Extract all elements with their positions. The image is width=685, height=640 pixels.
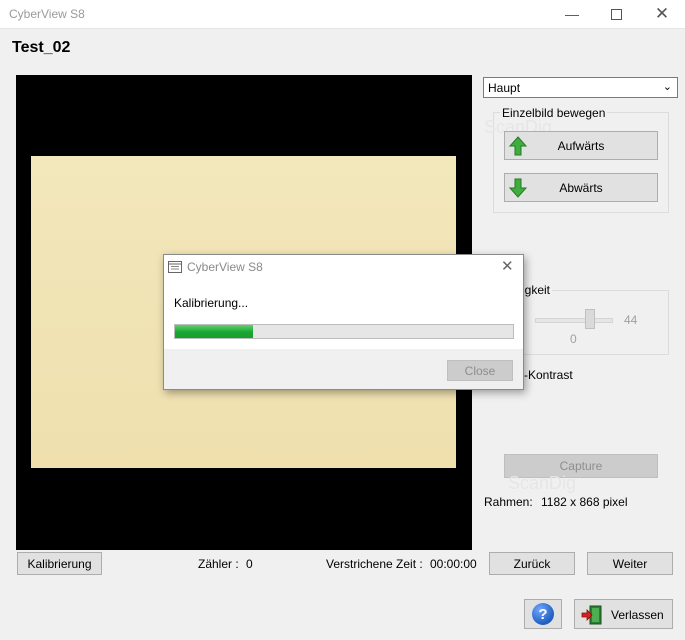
- counter-label: Zähler :: [198, 557, 239, 571]
- elapsed-value: 00:00:00: [430, 557, 477, 571]
- maximize-button[interactable]: [593, 0, 639, 28]
- brightness-label: igkeit: [520, 283, 553, 297]
- maximize-icon: [610, 8, 622, 20]
- brightness-value: 44: [624, 313, 638, 327]
- mode-select[interactable]: Haupt ⌄: [483, 77, 678, 98]
- move-down-button[interactable]: Abwärts: [504, 173, 658, 202]
- window-title: CyberView S8: [9, 7, 85, 21]
- dialog-message: Kalibrierung...: [174, 296, 249, 310]
- exit-door-icon: [581, 605, 602, 625]
- mode-select-value: Haupt: [488, 81, 521, 95]
- calibration-progress-bar: [174, 324, 514, 339]
- progress-fill: [175, 325, 253, 338]
- dialog-title-bar: CyberView S8 ✕: [164, 255, 523, 279]
- help-icon: ?: [532, 603, 554, 625]
- move-up-label: Aufwärts: [557, 139, 605, 153]
- counter-value: 0: [246, 557, 253, 571]
- dialog-close-button[interactable]: Close: [447, 360, 513, 381]
- minimize-button[interactable]: —: [549, 0, 595, 28]
- brightness-slider-track[interactable]: [535, 318, 613, 323]
- dialog-close-icon[interactable]: ✕: [501, 257, 514, 275]
- page-title: Test_02: [12, 39, 71, 56]
- frame-label: Rahmen:: [484, 495, 533, 509]
- next-button[interactable]: Weiter: [587, 552, 673, 575]
- dialog-title: CyberView S8: [187, 260, 263, 274]
- app-window-icon: [168, 261, 182, 273]
- help-label: ?: [538, 605, 548, 623]
- help-button[interactable]: ?: [524, 599, 562, 629]
- brightness-slider-thumb[interactable]: [585, 309, 595, 329]
- calibration-dialog: CyberView S8 ✕ Kalibrierung... Close: [163, 254, 524, 390]
- back-button[interactable]: Zurück: [489, 552, 575, 575]
- move-up-button[interactable]: Aufwärts: [504, 131, 658, 160]
- close-window-button[interactable]: ✕: [639, 0, 685, 28]
- exit-label: Verlassen: [611, 608, 664, 622]
- chevron-down-icon: ⌄: [662, 81, 672, 93]
- close-icon: ✕: [654, 4, 670, 23]
- move-down-label: Abwärts: [559, 181, 603, 195]
- brightness-zero-label: 0: [570, 332, 577, 346]
- exit-button[interactable]: Verlassen: [574, 599, 673, 629]
- frame-value: 1182 x 868 pixel: [541, 495, 628, 509]
- contrast-label: -Kontrast: [524, 368, 573, 382]
- calibration-button[interactable]: Kalibrierung: [17, 552, 102, 575]
- window-title-bar: CyberView S8 — ✕: [0, 0, 685, 29]
- elapsed-label: Verstrichene Zeit :: [326, 557, 423, 571]
- watermark-text-2: ScanDig: [508, 473, 577, 493]
- minimize-icon: —: [565, 6, 579, 22]
